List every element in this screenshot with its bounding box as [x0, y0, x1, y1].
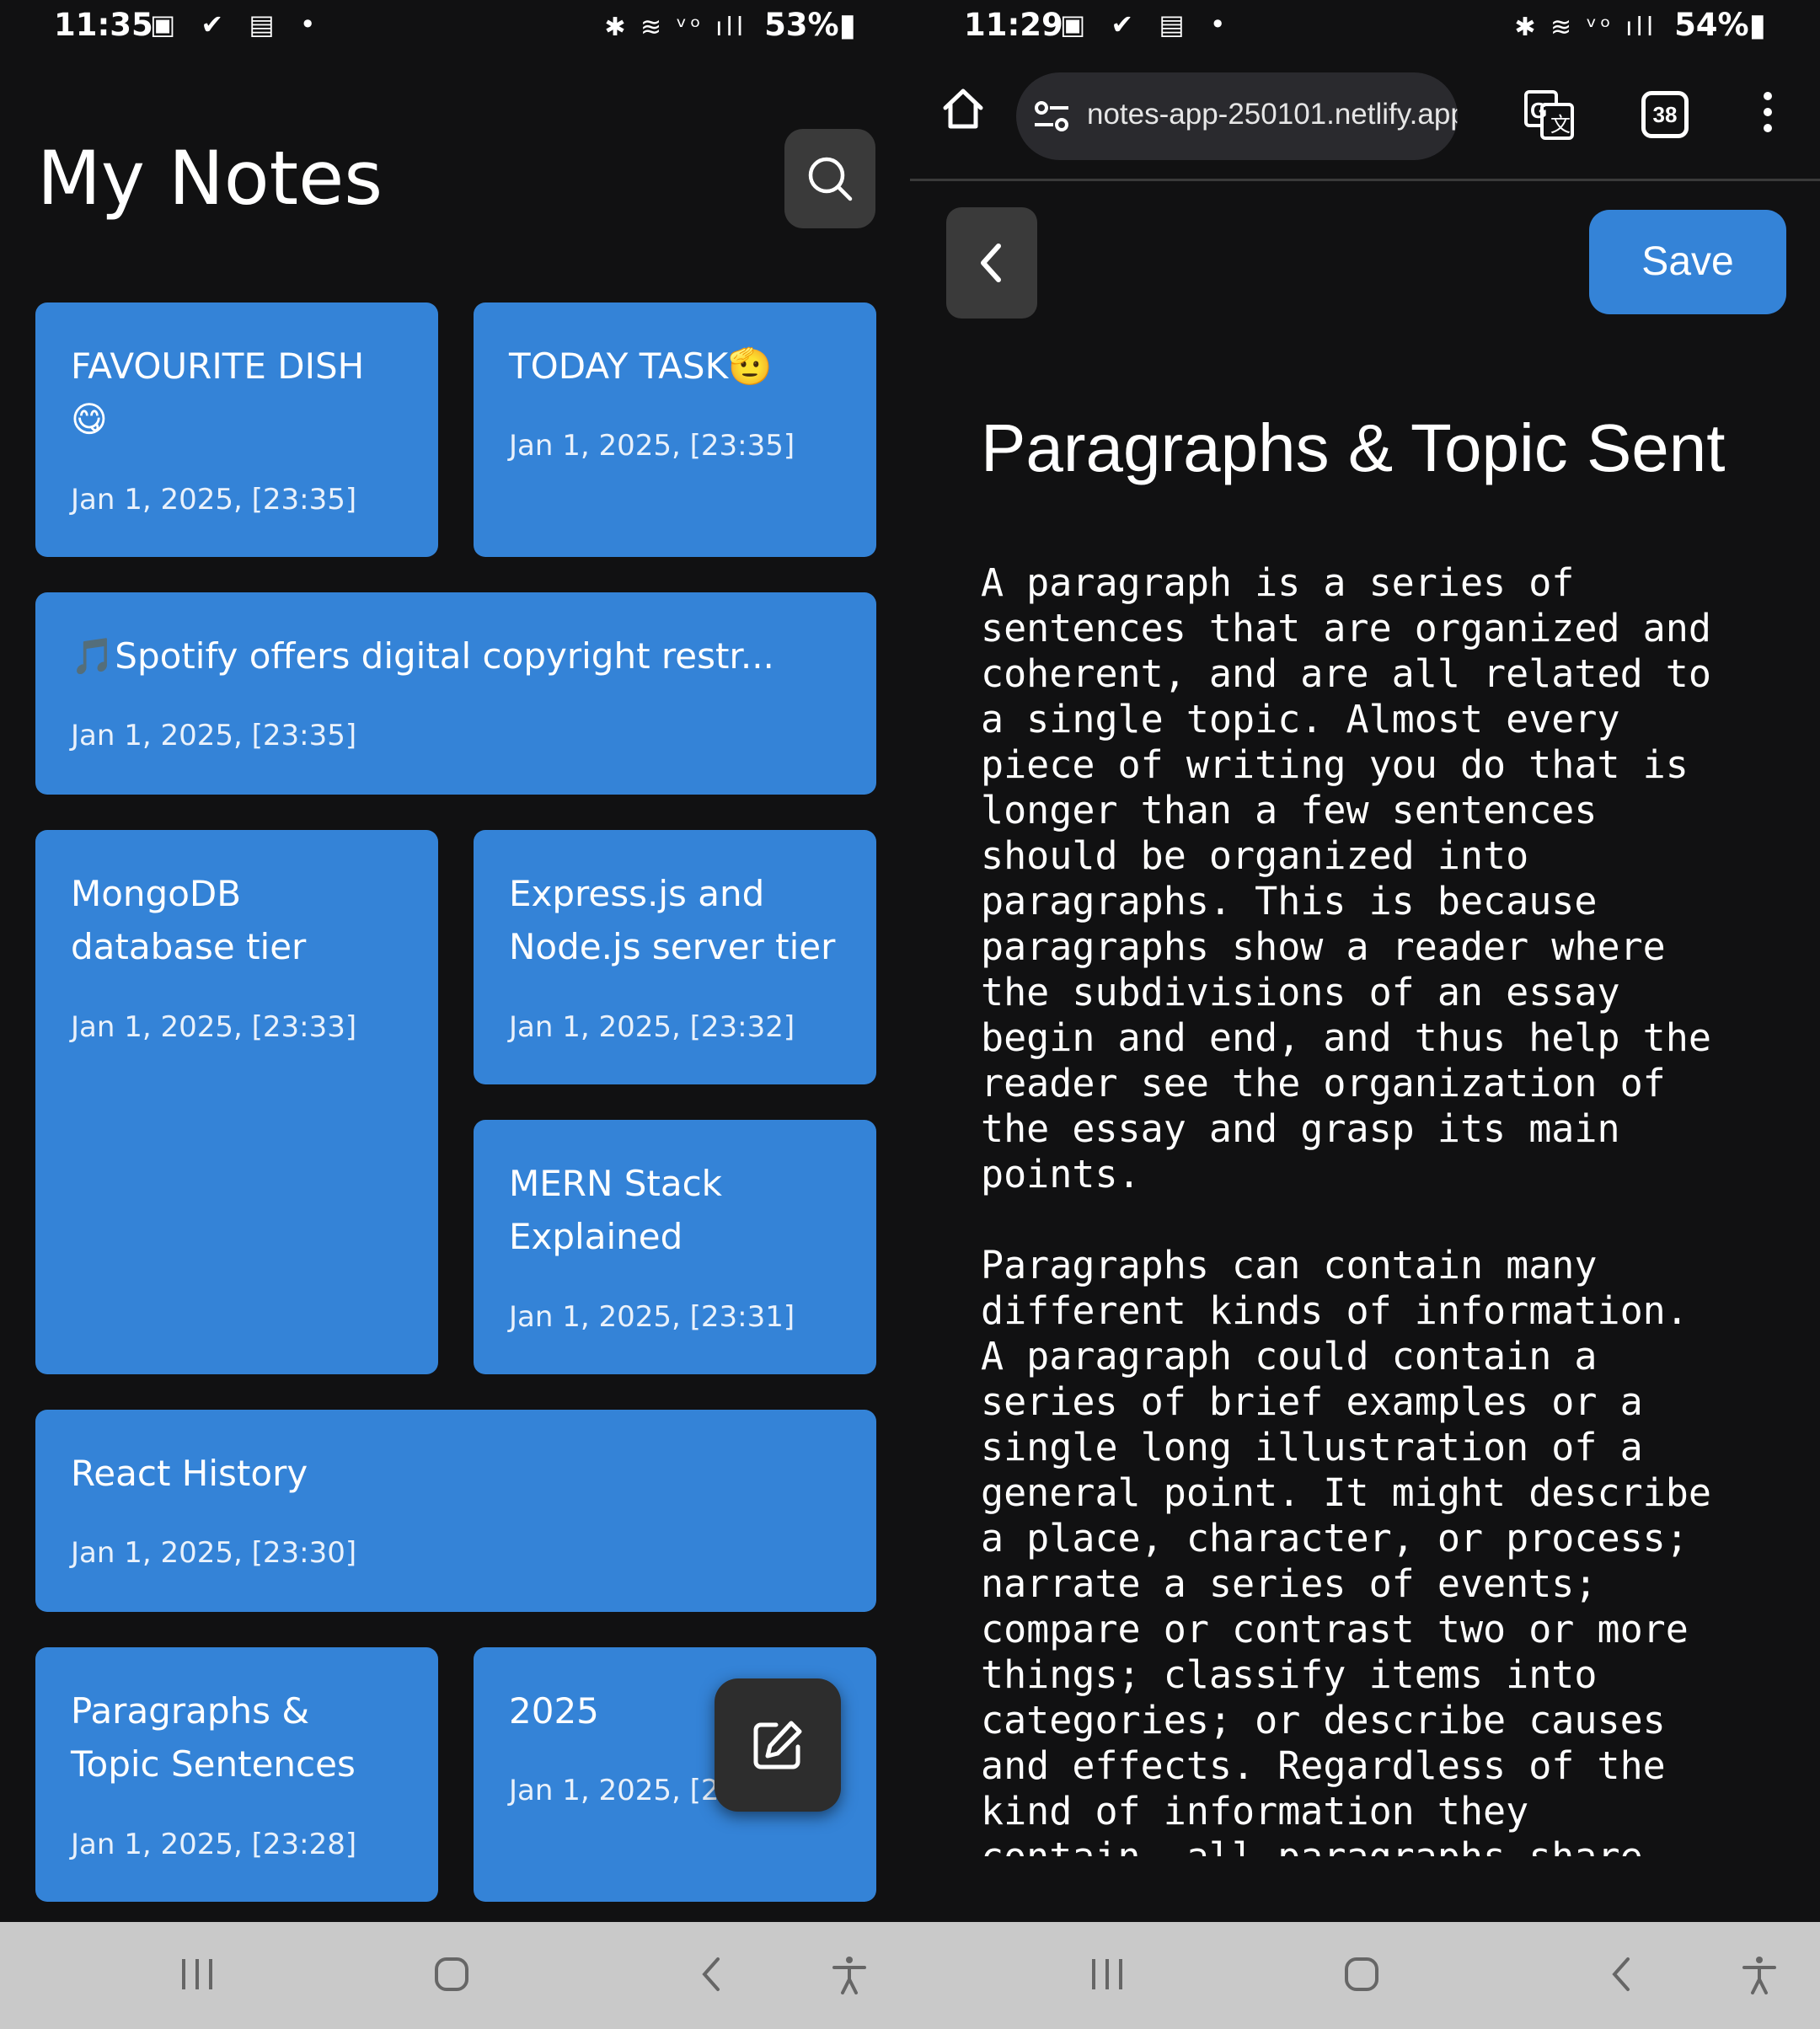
- back-nav-icon[interactable]: [1603, 1954, 1640, 1994]
- note-date: Jan 1, 2025, [23:: [509, 1774, 747, 1807]
- notes-list-screen: 11:35 ▣ ✔ ▤ • ✱ ≋ ᵛᵒ ıll 53%▮ My Notes F…: [0, 0, 910, 1922]
- address-bar[interactable]: notes-app-250101.netlify.app/: [1016, 72, 1458, 160]
- system-status: ✱ ≋ ᵛᵒ ıll 54%▮: [1514, 7, 1766, 43]
- note-date: Jan 1, 2025, [23:30]: [71, 1536, 357, 1570]
- notification-icons: ▣ ✔ ▤ •: [150, 8, 324, 40]
- home-nav-icon[interactable]: [1343, 1954, 1380, 1994]
- android-nav-bar: [910, 1922, 1820, 2029]
- battery-level: 53%▮: [764, 7, 856, 43]
- notification-icons: ▣ ✔ ▤ •: [1060, 8, 1234, 40]
- svg-text:G: G: [1530, 98, 1547, 123]
- note-editor-screen: 11:29 ▣ ✔ ▤ • ✱ ≋ ᵛᵒ ıll 54%▮ notes-app-…: [910, 0, 1820, 1922]
- browser-toolbar: notes-app-250101.netlify.app/ G 文 38: [910, 52, 1820, 181]
- search-icon: [808, 157, 853, 201]
- site-settings-icon[interactable]: [1033, 99, 1070, 133]
- note-card[interactable]: MongoDB database tier Jan 1, 2025, [23:3…: [35, 830, 438, 1374]
- translate-icon[interactable]: G 文: [1523, 89, 1576, 142]
- back-nav-icon[interactable]: [693, 1954, 730, 1994]
- battery-level: 54%▮: [1674, 7, 1766, 43]
- note-date: Jan 1, 2025, [23:35]: [71, 483, 357, 517]
- page-title: My Notes: [37, 135, 383, 222]
- home-icon[interactable]: [940, 86, 986, 131]
- url-text: notes-app-250101.netlify.app/: [1087, 98, 1458, 131]
- signal-icons: ✱ ≋ ᵛᵒ ıll: [604, 13, 747, 42]
- note-date: Jan 1, 2025, [23:32]: [509, 1010, 795, 1044]
- note-date: Jan 1, 2025, [23:35]: [71, 719, 357, 752]
- note-card[interactable]: TODAY TASK🫡 Jan 1, 2025, [23:35]: [474, 302, 876, 557]
- note-title: Paragraphs & Topic Sentences: [71, 1690, 356, 1785]
- recents-icon[interactable]: [1089, 1954, 1126, 1994]
- status-time: 11:35: [54, 7, 153, 43]
- status-time: 11:29: [964, 7, 1063, 43]
- back-button[interactable]: [946, 207, 1037, 319]
- note-card[interactable]: MERN Stack Explained Jan 1, 2025, [23:31…: [474, 1120, 876, 1374]
- system-status: ✱ ≋ ᵛᵒ ıll 53%▮: [604, 7, 856, 43]
- svg-text:文: 文: [1550, 114, 1571, 137]
- note-card[interactable]: FAVOURITE DISH 😋 Jan 1, 2025, [23:35]: [35, 302, 438, 557]
- new-note-button[interactable]: [715, 1678, 841, 1812]
- search-button[interactable]: [784, 129, 875, 228]
- note-body-textarea[interactable]: A paragraph is a series of sentences tha…: [981, 560, 1790, 1856]
- accessibility-icon[interactable]: [831, 1954, 868, 1994]
- edit-icon: [753, 1721, 802, 1769]
- note-title: React History: [71, 1453, 308, 1494]
- note-title: TODAY TASK🫡: [509, 345, 773, 387]
- note-title: 🎵Spotify offers digital copyright restr.…: [71, 635, 774, 677]
- note-card[interactable]: Express.js and Node.js server tier Jan 1…: [474, 830, 876, 1084]
- note-card[interactable]: 🎵Spotify offers digital copyright restr.…: [35, 592, 876, 795]
- note-date: Jan 1, 2025, [23:28]: [71, 1828, 357, 1861]
- accessibility-icon[interactable]: [1741, 1954, 1778, 1994]
- status-bar: 11:29 ▣ ✔ ▤ • ✱ ≋ ᵛᵒ ıll 54%▮: [910, 0, 1820, 52]
- home-nav-icon[interactable]: [433, 1954, 470, 1994]
- android-nav-bar: [0, 1922, 910, 2029]
- note-date: Jan 1, 2025, [23:33]: [71, 1010, 357, 1044]
- note-title: Express.js and Node.js server tier: [509, 873, 836, 967]
- recents-icon[interactable]: [179, 1954, 216, 1994]
- note-title: MERN Stack Explained: [509, 1163, 723, 1257]
- note-title: MongoDB database tier: [71, 873, 307, 967]
- note-title: FAVOURITE DISH 😋: [71, 345, 365, 440]
- chevron-left-icon: [981, 244, 1001, 282]
- more-options-icon[interactable]: [1761, 89, 1774, 135]
- note-title-input[interactable]: Paragraphs & Topic Sent: [981, 410, 1790, 485]
- status-bar: 11:35 ▣ ✔ ▤ • ✱ ≋ ᵛᵒ ıll 53%▮: [0, 0, 910, 52]
- save-button[interactable]: Save: [1589, 210, 1786, 314]
- note-card[interactable]: React History Jan 1, 2025, [23:30]: [35, 1410, 876, 1612]
- note-card[interactable]: Paragraphs & Topic Sentences Jan 1, 2025…: [35, 1647, 438, 1902]
- note-date: Jan 1, 2025, [23:31]: [509, 1300, 795, 1334]
- tab-switcher-button[interactable]: 38: [1641, 91, 1689, 138]
- signal-icons: ✱ ≋ ᵛᵒ ıll: [1514, 13, 1657, 42]
- note-date: Jan 1, 2025, [23:35]: [509, 429, 795, 463]
